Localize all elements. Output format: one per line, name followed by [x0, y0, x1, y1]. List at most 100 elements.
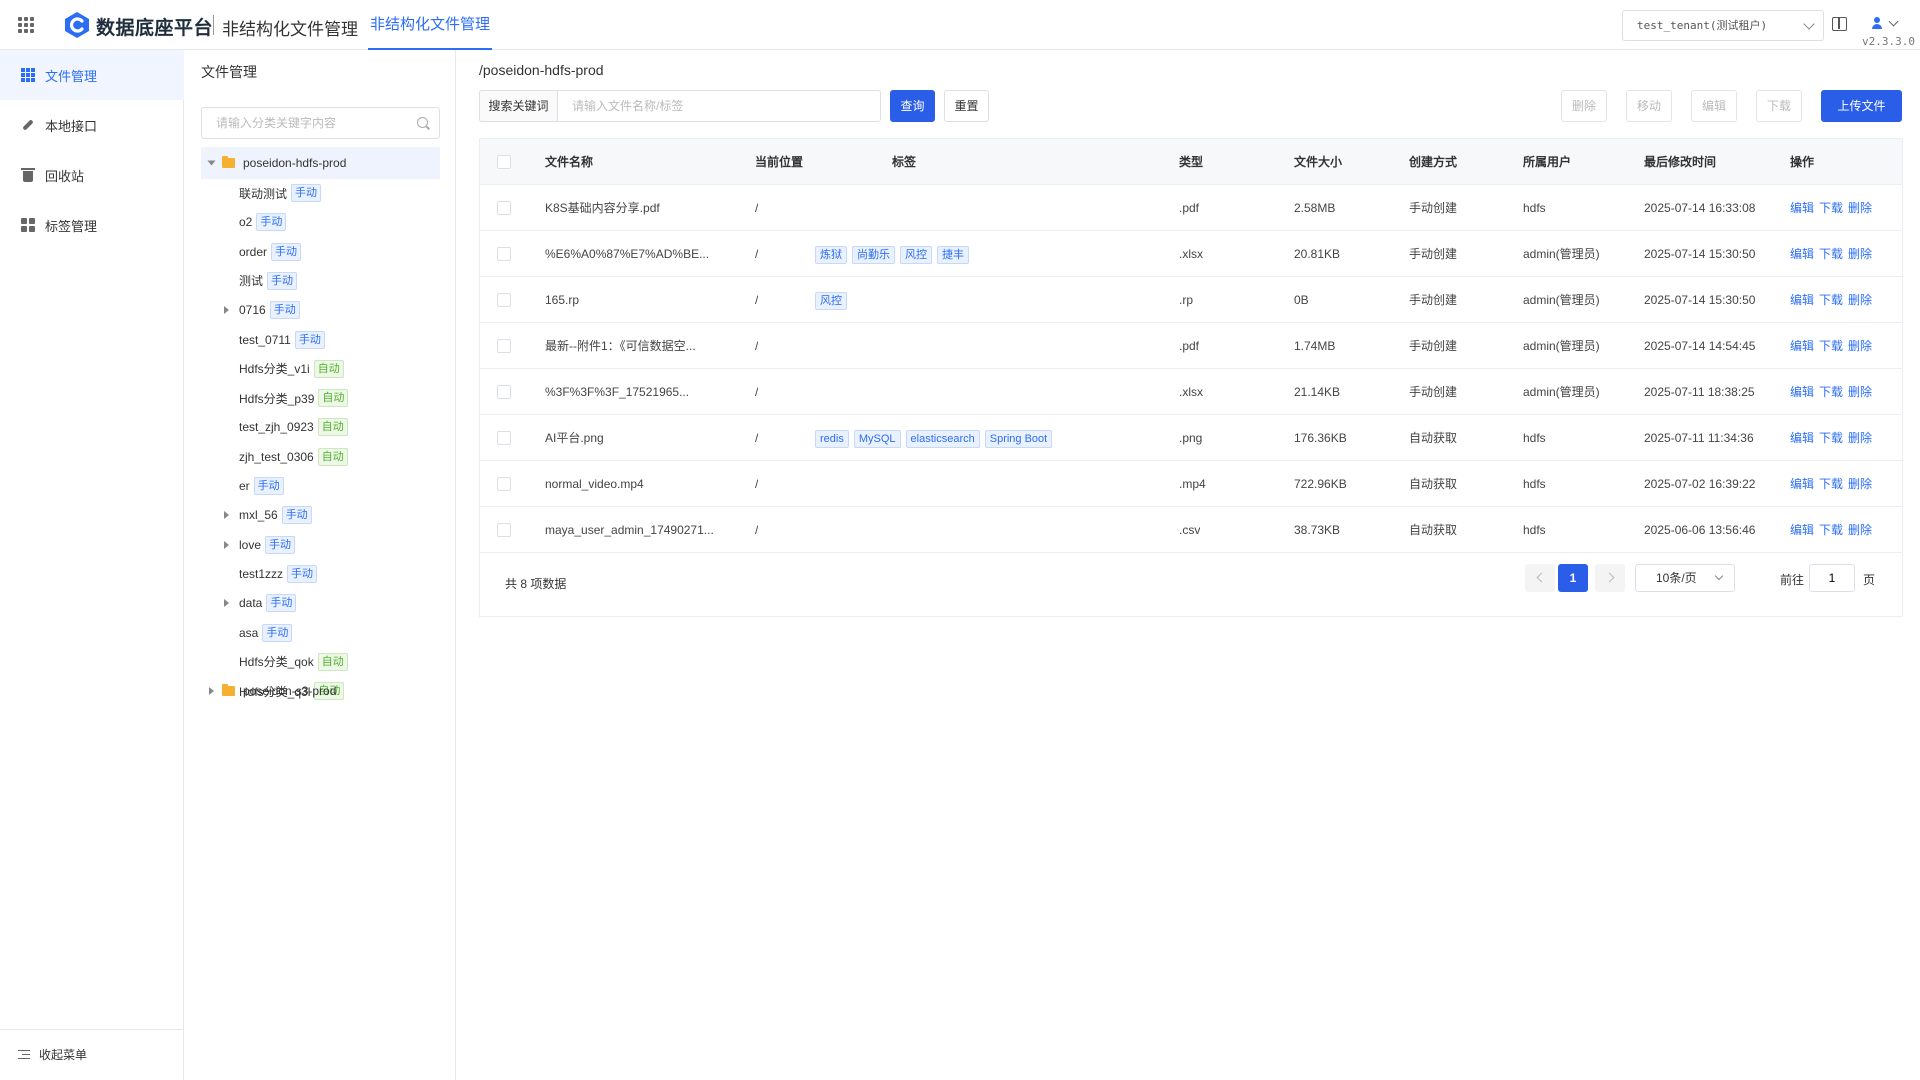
- row-edit-link[interactable]: 编辑: [1790, 507, 1814, 553]
- move-button[interactable]: 移动: [1626, 90, 1672, 122]
- reset-button[interactable]: 重置: [944, 90, 989, 122]
- caret-right-icon[interactable]: [224, 540, 229, 549]
- tree-root-hdfs[interactable]: poseidon-hdfs-prod: [201, 147, 440, 179]
- row-checkbox[interactable]: [497, 523, 511, 537]
- row-delete-link[interactable]: 删除: [1848, 369, 1872, 415]
- tree-node[interactable]: Hdfs分类_qok 自动: [239, 646, 348, 678]
- cell-location: /: [755, 339, 759, 353]
- caret-right-icon[interactable]: [224, 511, 229, 520]
- nav-item-recycle-bin[interactable]: 回收站: [0, 150, 184, 200]
- tree-node[interactable]: mxl_56 手动: [239, 499, 312, 531]
- tree-node[interactable]: Hdfs分类_p39 自动: [239, 382, 349, 414]
- user-avatar-icon[interactable]: [1870, 16, 1884, 30]
- row-delete-link[interactable]: 删除: [1848, 415, 1872, 461]
- page-size-select[interactable]: 10条/页: [1635, 564, 1735, 592]
- table-row[interactable]: maya_user_admin_17490271... / .csv 38.73KB 自…: [480, 507, 1902, 553]
- cell-create-method: 手动创建: [1409, 385, 1458, 399]
- row-edit-link[interactable]: 编辑: [1790, 369, 1814, 415]
- page-number-button[interactable]: 1: [1558, 564, 1588, 592]
- tree-node-badge: 自动: [317, 447, 348, 466]
- prev-page-button[interactable]: [1525, 564, 1555, 592]
- cell-tags: 炼狱 尚勤乐 风控 捷丰: [815, 246, 974, 264]
- table-row[interactable]: K8S基础内容分享.pdf / .pdf 2.58MB 手动创建 hdfs 2025-07-…: [480, 185, 1902, 231]
- row-edit-link[interactable]: 编辑: [1790, 231, 1814, 277]
- tree-node[interactable]: o2 手动: [239, 206, 287, 238]
- table-row[interactable]: 最新--附件1：《可信数据空... / .pdf 1.74MB 手动创建 admin(管理…: [480, 323, 1902, 369]
- row-download-link[interactable]: 下载: [1819, 277, 1843, 323]
- category-search-input[interactable]: [201, 107, 440, 139]
- row-edit-link[interactable]: 编辑: [1790, 277, 1814, 323]
- tab-unstructured-files[interactable]: 非结构化文件管理: [368, 0, 493, 50]
- table-row[interactable]: %E6%A0%87%E7%AD%BE... / .xlsx 20.81KB 手动创建 ad…: [480, 231, 1902, 277]
- collapse-menu-button[interactable]: 收起菜单: [18, 1046, 87, 1063]
- next-page-button[interactable]: [1595, 564, 1625, 592]
- delete-button[interactable]: 删除: [1561, 90, 1607, 122]
- tree-node[interactable]: love 手动: [239, 529, 296, 561]
- query-button[interactable]: 查询: [890, 90, 935, 122]
- tree-node[interactable]: 测试 手动: [239, 265, 298, 297]
- tree-node[interactable]: Hdfs分类_v1i 自动: [239, 353, 344, 385]
- row-edit-link[interactable]: 编辑: [1790, 323, 1814, 369]
- row-edit-link[interactable]: 编辑: [1790, 415, 1814, 461]
- cell-file-name: %3F%3F%3F_17521965...: [545, 385, 690, 399]
- row-download-link[interactable]: 下载: [1819, 185, 1843, 231]
- nav-item-file-management[interactable]: 文件管理: [0, 50, 184, 100]
- row-edit-link[interactable]: 编辑: [1790, 185, 1814, 231]
- row-checkbox[interactable]: [497, 247, 511, 261]
- nav-item-tag-management[interactable]: 标签管理: [0, 200, 184, 250]
- row-checkbox[interactable]: [497, 385, 511, 399]
- row-delete-link[interactable]: 删除: [1848, 185, 1872, 231]
- row-download-link[interactable]: 下载: [1819, 231, 1843, 277]
- caret-right-icon[interactable]: [224, 599, 229, 608]
- select-all-checkbox[interactable]: [497, 155, 511, 169]
- tree-node[interactable]: 联动测试 手动: [239, 177, 322, 209]
- tree-node[interactable]: data 手动: [239, 587, 297, 619]
- row-download-link[interactable]: 下载: [1819, 323, 1843, 369]
- layout-toggle-icon[interactable]: [1832, 17, 1847, 31]
- tree-node[interactable]: 0716 手动: [239, 294, 300, 326]
- row-download-link[interactable]: 下载: [1819, 461, 1843, 507]
- app-grid-icon[interactable]: [18, 17, 34, 33]
- goto-page-input[interactable]: [1809, 564, 1855, 592]
- table-row[interactable]: %3F%3F%3F_17521965... / .xlsx 21.14KB 手动创建 ad…: [480, 369, 1902, 415]
- row-delete-link[interactable]: 删除: [1848, 507, 1872, 553]
- row-download-link[interactable]: 下载: [1819, 369, 1843, 415]
- row-checkbox[interactable]: [497, 431, 511, 445]
- tree-node[interactable]: order 手动: [239, 236, 302, 268]
- file-search-input[interactable]: [557, 90, 881, 122]
- row-delete-link[interactable]: 删除: [1848, 323, 1872, 369]
- tree-root-s3[interactable]: poseidon-s3-prod: [201, 675, 440, 707]
- user-menu-chevron-icon[interactable]: [1888, 16, 1899, 27]
- tree-node[interactable]: asa 手动: [239, 617, 293, 649]
- upload-file-button[interactable]: 上传文件: [1821, 90, 1902, 122]
- edit-button[interactable]: 编辑: [1691, 90, 1737, 122]
- nav-item-local-interface[interactable]: 本地接口: [0, 100, 184, 150]
- row-download-link[interactable]: 下载: [1819, 507, 1843, 553]
- row-checkbox[interactable]: [497, 339, 511, 353]
- row-edit-link[interactable]: 编辑: [1790, 461, 1814, 507]
- search-icon[interactable]: [417, 117, 428, 128]
- row-checkbox[interactable]: [497, 293, 511, 307]
- row-delete-link[interactable]: 删除: [1848, 277, 1872, 323]
- tree-node[interactable]: zjh_test_0306 自动: [239, 441, 348, 473]
- table-row[interactable]: normal_video.mp4 / .mp4 722.96KB 自动获取 hdfs 202…: [480, 461, 1902, 507]
- row-delete-link[interactable]: 删除: [1848, 231, 1872, 277]
- caret-right-icon[interactable]: [224, 306, 229, 315]
- tree-node[interactable]: test_0711 手动: [239, 324, 325, 356]
- tree-node[interactable]: er 手动: [239, 470, 284, 502]
- download-button[interactable]: 下载: [1756, 90, 1802, 122]
- tree-node-badge: 手动: [253, 477, 284, 495]
- cell-type: .png: [1179, 431, 1203, 445]
- caret-down-icon[interactable]: [207, 160, 216, 166]
- tenant-select[interactable]: test_tenant(测试租户): [1622, 10, 1824, 41]
- row-delete-link[interactable]: 删除: [1848, 461, 1872, 507]
- tree-node[interactable]: test_zjh_0923 自动: [239, 411, 348, 443]
- table-row[interactable]: 165.rp / .rp 0B 手动创建 admin(管理员) 2025-07-14 15:…: [480, 277, 1902, 323]
- caret-right-icon[interactable]: [209, 687, 214, 695]
- row-checkbox[interactable]: [497, 477, 511, 491]
- cell-user: hdfs: [1523, 523, 1546, 537]
- row-checkbox[interactable]: [497, 201, 511, 215]
- table-row[interactable]: AI平台.png / .png 176.36KB 自动获取 hdfs 2025-07-11 …: [480, 415, 1902, 461]
- tree-node[interactable]: test1zzz 手动: [239, 558, 318, 590]
- row-download-link[interactable]: 下载: [1819, 415, 1843, 461]
